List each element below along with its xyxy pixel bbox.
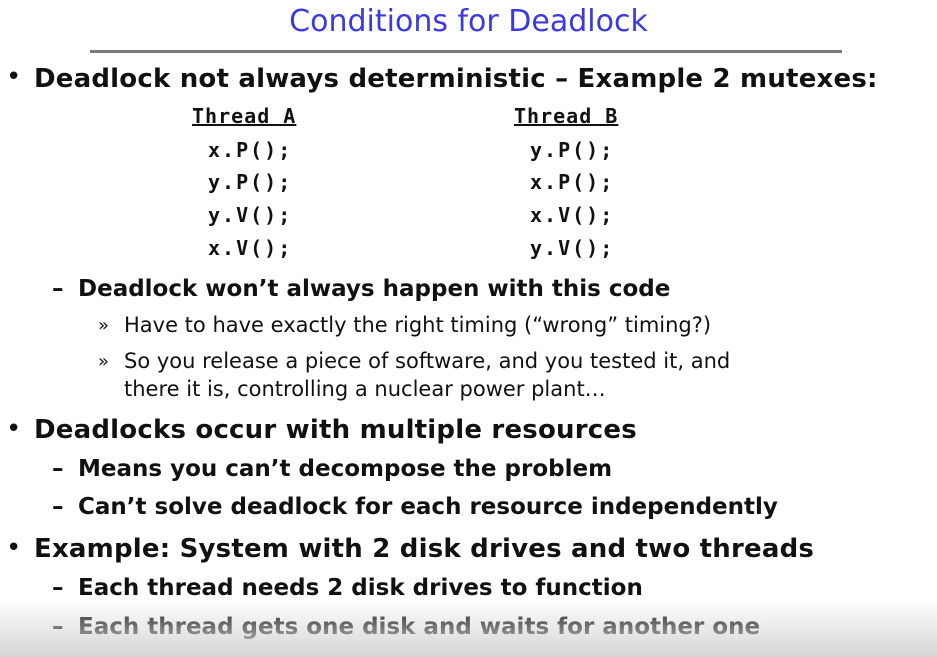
dash-marker: – — [52, 575, 64, 601]
chevron-marker: » — [98, 351, 110, 372]
subitem-text: Can’t solve deadlock for each resource i… — [78, 494, 778, 520]
subitem-text: Each thread gets one disk and waits for … — [78, 614, 761, 640]
bullet-text: Example: System with 2 disk drives and t… — [34, 534, 815, 564]
thread-b-line: x.V(); — [530, 203, 615, 227]
thread-a-line: y.V(); — [208, 203, 293, 227]
bullet-marker: • — [6, 533, 22, 563]
slide-title: Conditions for Deadlock — [289, 4, 648, 39]
dash-marker: – — [52, 456, 64, 482]
subsubitem-text: Have to have exactly the right timing (“… — [124, 313, 712, 337]
subsubitem-text: So you release a piece of software, and … — [124, 349, 731, 373]
subitem-text: Deadlock won’t always happen with this c… — [78, 276, 671, 302]
thread-a-line: x.V(); — [208, 236, 293, 260]
subsubitem-text-continued: there it is, controlling a nuclear power… — [124, 377, 606, 401]
chevron-marker: » — [98, 315, 110, 336]
thread-b-line: y.V(); — [530, 236, 615, 260]
thread-b-header: Thread B — [514, 104, 619, 128]
title-divider — [90, 50, 842, 53]
dash-marker: – — [52, 494, 64, 520]
thread-a-line: x.P(); — [208, 138, 293, 162]
thread-b-line: y.P(); — [530, 138, 615, 162]
slide: Conditions for Deadlock • Deadlock not a… — [0, 0, 937, 657]
bullet-marker: • — [6, 414, 22, 444]
subitem-text: Means you can’t decompose the problem — [78, 456, 613, 482]
bullet-text: Deadlocks occur with multiple resources — [34, 415, 637, 445]
thread-a-line: y.P(); — [208, 170, 293, 194]
dash-marker: – — [52, 276, 64, 302]
subitem-text: Each thread needs 2 disk drives to funct… — [78, 575, 643, 601]
dash-marker: – — [52, 614, 64, 640]
bullet-text: Deadlock not always deterministic – Exam… — [34, 64, 878, 94]
bullet-marker: • — [6, 62, 22, 92]
thread-b-line: x.P(); — [530, 170, 615, 194]
thread-a-header: Thread A — [192, 104, 297, 128]
